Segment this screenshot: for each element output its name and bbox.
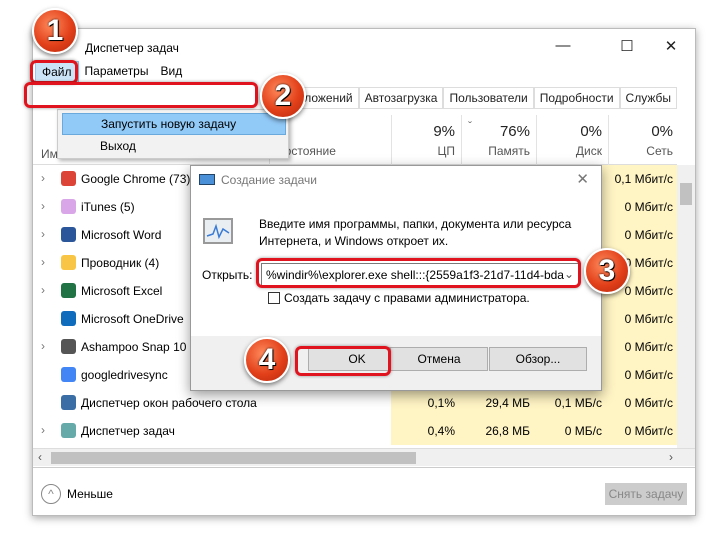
process-name: Диспетчер задач bbox=[81, 424, 175, 438]
cell-mem: 29,4 МБ bbox=[461, 389, 536, 417]
word-icon bbox=[61, 227, 76, 242]
highlight-open-field bbox=[256, 258, 581, 288]
drive-icon bbox=[61, 367, 76, 382]
tab-bar: ...ложений Автозагрузка Пользователи Под… bbox=[288, 87, 677, 109]
run-program-icon bbox=[203, 218, 233, 244]
tab-users[interactable]: Пользователи bbox=[443, 87, 534, 108]
itunes-icon bbox=[61, 199, 76, 214]
expand-chevron-icon[interactable]: › bbox=[41, 423, 45, 437]
process-name: Ashampoo Snap 10 bbox=[81, 340, 187, 354]
process-name: Microsoft OneDrive bbox=[81, 312, 184, 326]
menu-options[interactable]: Параметры bbox=[79, 61, 155, 83]
menu-item-run-new-task[interactable]: Запустить новую задачу bbox=[62, 113, 286, 135]
end-task-button[interactable]: Снять задачу bbox=[605, 483, 687, 505]
cell-net: 0 Мбит/с bbox=[608, 305, 679, 333]
highlight-ok-button bbox=[295, 346, 391, 376]
process-name: Microsoft Word bbox=[81, 228, 162, 242]
cell-net: 0,1 Мбит/с bbox=[608, 165, 679, 193]
process-name: googledrivesync bbox=[81, 368, 168, 382]
process-name: Диспетчер окон рабочего стола bbox=[81, 396, 257, 410]
excel-icon bbox=[61, 283, 76, 298]
highlight-run-new-task bbox=[24, 82, 258, 108]
process-name: Проводник (4) bbox=[81, 256, 160, 270]
fewer-details-link[interactable]: Меньше bbox=[67, 487, 113, 501]
process-name: iTunes (5) bbox=[81, 200, 135, 214]
menu-item-exit[interactable]: Выход bbox=[62, 136, 286, 158]
close-button[interactable]: ✕ bbox=[661, 37, 681, 55]
dialog-description: Введите имя программы, папки, документа … bbox=[259, 217, 572, 248]
footer: ^ Меньше Снять задачу bbox=[33, 467, 695, 517]
cell-mem: 26,8 МБ bbox=[461, 417, 536, 445]
minimize-button[interactable]: — bbox=[553, 37, 573, 54]
folder-icon bbox=[61, 255, 76, 270]
expand-chevron-icon[interactable]: › bbox=[41, 255, 45, 269]
table-row[interactable]: Диспетчер окон рабочего стола 0,1% 29,4 МБ… bbox=[33, 389, 679, 417]
browse-button[interactable]: Обзор... bbox=[489, 347, 587, 371]
vertical-scrollbar[interactable] bbox=[677, 165, 695, 462]
ashampoo-icon bbox=[61, 339, 76, 354]
cell-net: 0 Мбит/с bbox=[608, 417, 679, 445]
window-title: Диспетчер задач bbox=[85, 41, 179, 55]
step-badge-1: 1 bbox=[32, 8, 78, 54]
column-memory[interactable]: ˇ 76% Память bbox=[461, 115, 536, 165]
admin-checkbox[interactable] bbox=[268, 292, 280, 304]
tab-details[interactable]: Подробности bbox=[533, 87, 620, 108]
cell-disk: 0 МБ/с bbox=[536, 417, 608, 445]
dialog-app-icon bbox=[199, 174, 215, 185]
dialog-close-button[interactable]: ✕ bbox=[576, 170, 589, 188]
process-name: Microsoft Excel bbox=[81, 284, 163, 298]
cell-disk: 0,1 МБ/с bbox=[536, 389, 608, 417]
cell-cpu: 0,4% bbox=[391, 417, 461, 445]
collapse-chevron-icon[interactable]: ^ bbox=[41, 484, 61, 504]
table-row[interactable]: › Диспетчер задач 0,4% 26,8 МБ 0 МБ/с 0 Мбит/… bbox=[33, 417, 679, 445]
cell-net: 0 Мбит/с bbox=[608, 193, 679, 221]
cell-net: 0 Мбит/с bbox=[608, 333, 679, 361]
column-cpu[interactable]: 9% ЦП bbox=[391, 115, 461, 165]
expand-chevron-icon[interactable]: › bbox=[41, 283, 45, 297]
file-dropdown-menu: Запустить новую задачу Выход bbox=[57, 109, 289, 159]
highlight-file-menu bbox=[30, 60, 78, 84]
cell-cpu: 0,1% bbox=[391, 389, 461, 417]
dialog-title: Создание задачи bbox=[221, 173, 317, 187]
tab-startup[interactable]: Автозагрузка bbox=[358, 87, 444, 108]
menu-view[interactable]: Вид bbox=[154, 61, 188, 83]
open-label: Открыть: bbox=[202, 268, 253, 282]
taskmgr-icon bbox=[61, 423, 76, 438]
horizontal-scrollbar[interactable]: ‹ › bbox=[33, 448, 695, 466]
expand-chevron-icon[interactable]: › bbox=[41, 227, 45, 241]
cell-net: 0 Мбит/с bbox=[608, 389, 679, 417]
cell-net: 0 Мбит/с bbox=[608, 361, 679, 389]
step-badge-3: 3 bbox=[584, 248, 630, 294]
expand-chevron-icon[interactable]: › bbox=[41, 199, 45, 213]
admin-checkbox-label[interactable]: Создать задачу с правами администратора. bbox=[284, 291, 530, 305]
sort-chevron-icon: ˇ bbox=[468, 119, 472, 133]
column-network[interactable]: 0% Сеть bbox=[608, 115, 679, 165]
maximize-button[interactable]: ☐ bbox=[617, 37, 637, 55]
step-badge-4: 4 bbox=[244, 337, 290, 383]
step-badge-2: 2 bbox=[260, 73, 306, 119]
cancel-button[interactable]: Отмена bbox=[390, 347, 488, 371]
process-name: Google Chrome (73) bbox=[81, 172, 191, 186]
chrome-icon bbox=[61, 171, 76, 186]
expand-chevron-icon[interactable]: › bbox=[41, 171, 45, 185]
dwm-icon bbox=[61, 395, 76, 410]
column-disk[interactable]: 0% Диск bbox=[536, 115, 608, 165]
expand-chevron-icon[interactable]: › bbox=[41, 339, 45, 353]
onedrive-icon bbox=[61, 311, 76, 326]
cell-net: 0 Мбит/с bbox=[608, 221, 679, 249]
tab-services[interactable]: Службы bbox=[619, 87, 677, 108]
